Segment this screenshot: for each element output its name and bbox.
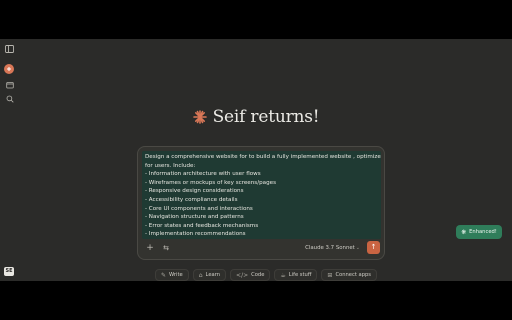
- enhanced-badge[interactable]: ❋ Enhanced!: [456, 225, 502, 239]
- chip-label: Connect apps: [335, 272, 372, 278]
- model-selector[interactable]: Claude 3.7 Sonnet⌄: [305, 243, 360, 253]
- pencil-icon: ✎: [161, 271, 167, 279]
- chip-write[interactable]: ✎ Write: [155, 269, 189, 281]
- prompt-input[interactable]: Design a comprehensive website for to bu…: [142, 151, 381, 239]
- chip-label: Learn: [205, 272, 221, 278]
- arrow-up-icon: ↑: [370, 243, 377, 251]
- new-chat-button[interactable]: [4, 64, 14, 74]
- prompt-line: - Information architecture with user flo…: [145, 171, 261, 178]
- claude-spark-icon: [192, 110, 207, 124]
- coffee-icon: ☕: [280, 271, 286, 279]
- greeting: Seif returns!: [0, 107, 512, 127]
- prompt-line: - Core UI components and interactions: [145, 205, 253, 212]
- chip-label: Life stuff: [288, 272, 312, 278]
- graduation-cap-icon: ⌂: [198, 271, 203, 279]
- prompt-line: - Accessibility compliance details: [145, 196, 238, 203]
- prompt-line: for users. Include:: [145, 162, 196, 169]
- message-composer: Design a comprehensive website for to bu…: [137, 146, 385, 260]
- projects-icon[interactable]: [4, 79, 15, 90]
- send-button[interactable]: ↑: [367, 241, 380, 254]
- sidebar-toggle-icon[interactable]: [4, 43, 15, 54]
- user-avatar[interactable]: SE: [4, 267, 14, 276]
- chip-label: Code: [251, 272, 265, 278]
- sidebar: SE: [0, 39, 18, 281]
- tools-sliders-icon[interactable]: ⇆: [160, 242, 172, 254]
- app-window: SE Seif returns! Design a comprehensive …: [0, 39, 512, 281]
- prompt-line: - Error states and feedback mechanisms: [145, 222, 259, 229]
- suggestion-chips: ✎ Write ⌂ Learn </> Code ☕ Life stuff ⊞ …: [155, 269, 378, 281]
- prompt-line: Design a comprehensive website for to bu…: [145, 154, 381, 160]
- prompt-line: - Implementation recommendations: [145, 231, 246, 238]
- chip-learn[interactable]: ⌂ Learn: [192, 269, 227, 281]
- composer-toolbar: + ⇆ Claude 3.7 Sonnet⌄ ↑: [142, 241, 380, 255]
- prompt-line: - Responsive design considerations: [145, 188, 244, 195]
- sparkle-icon: ❋: [461, 228, 467, 236]
- chip-connect-apps[interactable]: ⊞ Connect apps: [321, 269, 378, 281]
- code-icon: </>: [236, 271, 249, 279]
- chats-search-icon[interactable]: [4, 93, 15, 104]
- greeting-title: Seif returns!: [212, 107, 320, 127]
- grid-icon: ⊞: [327, 271, 333, 279]
- enhanced-label: Enhanced!: [469, 229, 497, 235]
- model-label: Claude 3.7 Sonnet: [305, 245, 355, 251]
- chip-life-stuff[interactable]: ☕ Life stuff: [274, 269, 318, 281]
- prompt-line: - Wireframes or mockups of key screens/p…: [145, 179, 276, 186]
- chip-label: Write: [169, 272, 183, 278]
- attach-plus-icon[interactable]: +: [144, 242, 156, 254]
- chevron-down-icon: ⌄: [355, 245, 360, 251]
- chip-code[interactable]: </> Code: [230, 269, 271, 281]
- prompt-line: - Navigation structure and patterns: [145, 214, 244, 221]
